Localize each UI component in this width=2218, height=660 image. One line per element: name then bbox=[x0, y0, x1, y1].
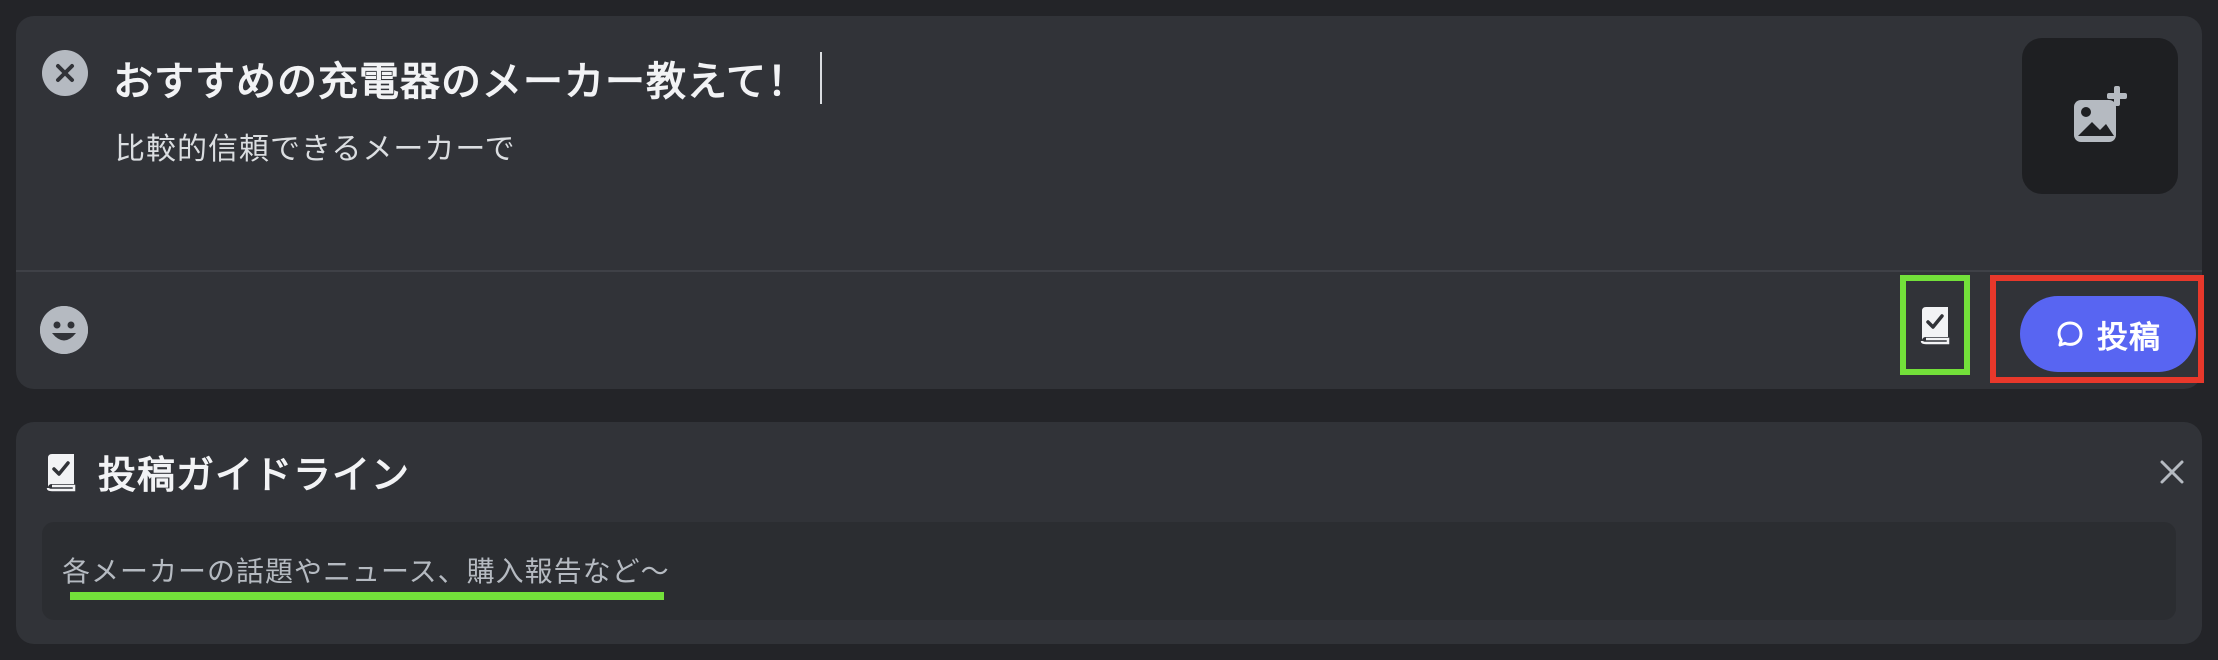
emoji-button[interactable] bbox=[40, 306, 88, 354]
add-image-button[interactable] bbox=[2022, 38, 2178, 194]
compose-content: おすすめの充電器のメーカー教えて！ 比較的信頼できるメーカーで bbox=[16, 16, 2202, 270]
emoji-icon bbox=[40, 306, 88, 354]
guide-book-icon bbox=[1920, 307, 1950, 345]
guide-book-icon bbox=[46, 454, 76, 492]
close-icon bbox=[2160, 460, 2184, 484]
post-button-label: 投稿 bbox=[2097, 319, 2161, 356]
text-caret bbox=[820, 52, 822, 104]
guidelines-close-button[interactable] bbox=[2156, 456, 2188, 488]
image-plus-icon bbox=[2074, 86, 2127, 142]
chat-bubble-icon bbox=[2057, 321, 2083, 347]
guidelines-title: 投稿ガイドライン bbox=[98, 453, 411, 497]
guidelines-panel: 投稿ガイドライン 各メーカーの話題やニュース、購入報告など〜 bbox=[16, 422, 2202, 644]
post-compose-card: おすすめの充電器のメーカー教えて！ 比較的信頼できるメーカーで 投稿 bbox=[16, 16, 2204, 389]
guidelines-text-highlight bbox=[70, 592, 664, 600]
post-title-text: おすすめの充電器のメーカー教えて！ bbox=[113, 59, 808, 105]
compose-divider bbox=[16, 270, 2202, 272]
guidelines-toggle-button[interactable] bbox=[1900, 275, 1970, 375]
page: おすすめの充電器のメーカー教えて！ 比較的信頼できるメーカーで 投稿 投稿ガイド… bbox=[0, 0, 2218, 660]
guidelines-text: 各メーカーの話題やニュース、購入報告など〜 bbox=[62, 555, 670, 588]
clear-post-button[interactable] bbox=[42, 50, 88, 96]
post-body-input[interactable]: 比較的信頼できるメーカーで bbox=[115, 124, 516, 168]
close-circle-icon bbox=[56, 64, 74, 82]
post-title-input[interactable]: おすすめの充電器のメーカー教えて！ bbox=[113, 50, 822, 106]
post-button[interactable]: 投稿 bbox=[2020, 296, 2196, 372]
